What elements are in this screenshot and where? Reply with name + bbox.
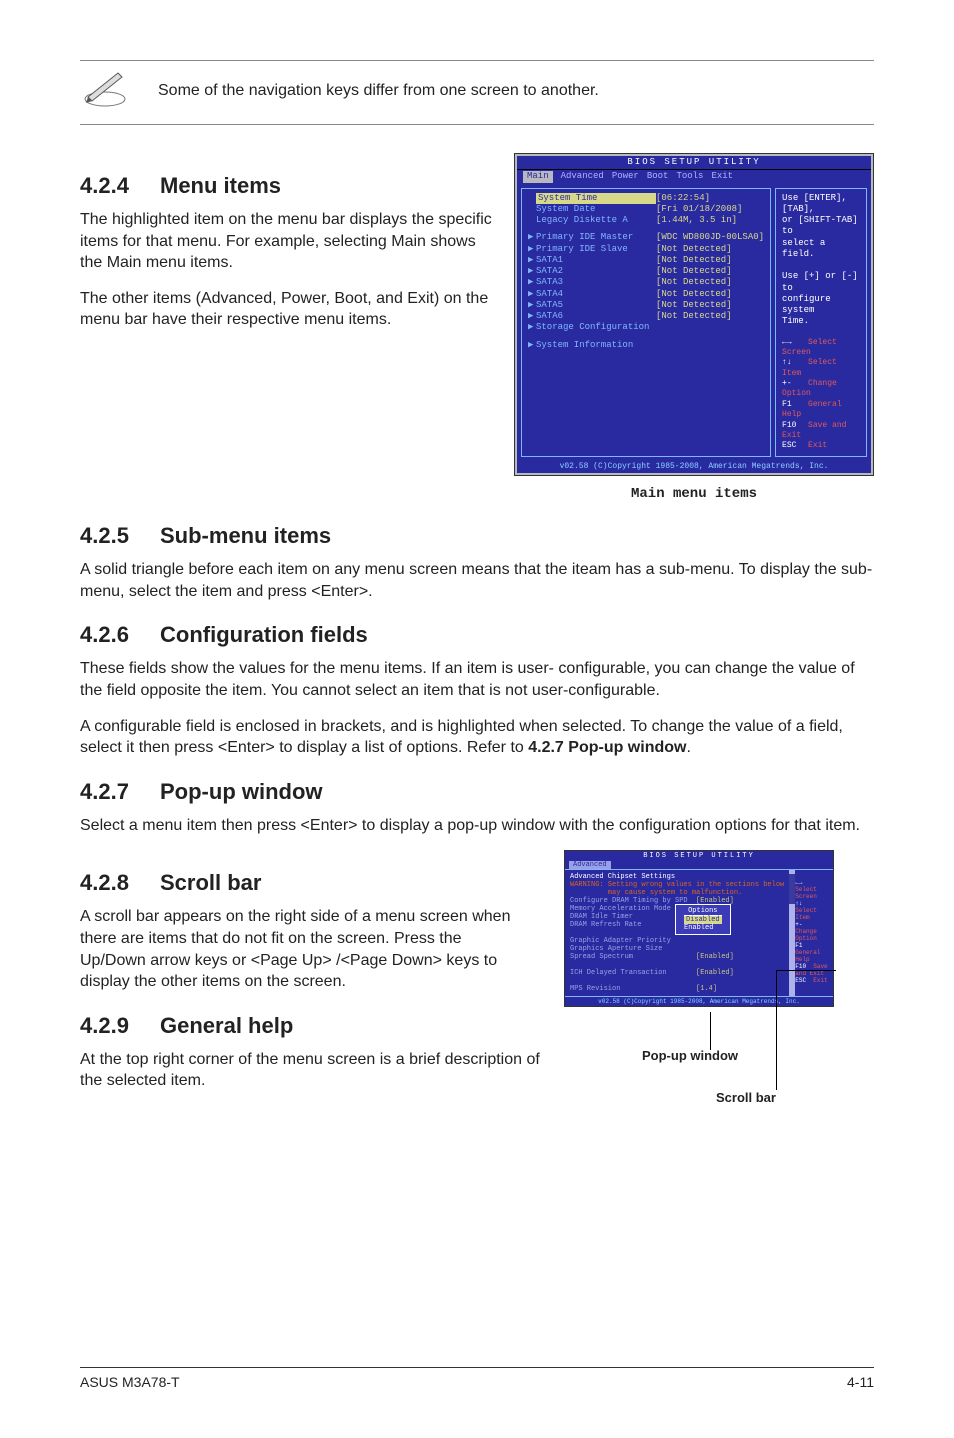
bios-row: ▶Primary IDE Slave[Not Detected]: [528, 244, 764, 255]
para-424a: The highlighted item on the menu bar dis…: [80, 209, 494, 274]
bios-screenshot-popup: BIOS SETUP UTILITY Advanced Advanced Chi…: [564, 850, 874, 1106]
bios-row: ▶SATA1[Not Detected]: [528, 255, 764, 266]
pencil-icon: [80, 67, 130, 114]
bios-title: BIOS SETUP UTILITY: [517, 156, 871, 170]
bios-popup-window: Options Disabled Enabled: [675, 904, 731, 935]
bios-row: Graphics Aperture Size: [570, 945, 784, 953]
para-426a: These fields show the values for the men…: [80, 658, 874, 701]
caption-scrollbar: Scroll bar: [716, 1090, 776, 1105]
para-425: A solid triangle before each item on any…: [80, 559, 874, 602]
footer-right: 4-11: [847, 1374, 874, 1390]
bios-row: MPS Revision [1.4]: [570, 985, 784, 993]
heading-4-2-9: 4.2.9General help: [80, 1013, 544, 1039]
note-text: Some of the navigation keys differ from …: [158, 82, 874, 100]
caption-main-menu: Main menu items: [514, 486, 874, 504]
footer-left: ASUS M3A78-T: [80, 1374, 180, 1390]
bios-row: ▶SATA6[Not Detected]: [528, 311, 764, 322]
heading-4-2-4: 4.2.4Menu items: [80, 173, 494, 199]
bios-row: Spread Spectrum [Enabled]: [570, 953, 784, 961]
para-428: A scroll bar appears on the right side o…: [80, 906, 544, 992]
bios-row: [570, 977, 784, 985]
bios-tabs: Main Advanced Power Boot Tools Exit: [517, 170, 871, 183]
bios-row: Legacy Diskette A[1.44M, 3.5 in]: [528, 215, 764, 226]
heading-4-2-7: 4.2.7Pop-up window: [80, 779, 874, 805]
bios-row: ▶SATA2[Not Detected]: [528, 266, 764, 277]
bios-scrollbar[interactable]: [789, 870, 795, 996]
bios-row: Graphic Adapter Priority: [570, 937, 784, 945]
heading-4-2-8: 4.2.8Scroll bar: [80, 870, 544, 896]
bios-screenshot-main: BIOS SETUP UTILITY Main Advanced Power B…: [514, 153, 874, 503]
bios-row: ▶SATA4[Not Detected]: [528, 289, 764, 300]
bios-row: ICH Delayed Transaction [Enabled]: [570, 969, 784, 977]
bios-row: [570, 961, 784, 969]
para-427: Select a menu item then press <Enter> to…: [80, 815, 874, 837]
bios-footer: v02.58 (C)Copyright 1985-2008, American …: [517, 461, 871, 473]
bios-row: System Time[06:22:54]: [528, 193, 764, 204]
bios-row: ▶System Information: [528, 340, 764, 351]
caption-popup: Pop-up window: [642, 1048, 738, 1063]
para-424b: The other items (Advanced, Power, Boot, …: [80, 288, 494, 331]
para-426b: A configurable field is enclosed in brac…: [80, 716, 874, 759]
bios-row: ▶Storage Configuration: [528, 322, 764, 333]
bios-row: ▶SATA5[Not Detected]: [528, 300, 764, 311]
bios-row: ▶SATA3[Not Detected]: [528, 277, 764, 288]
note-callout: Some of the navigation keys differ from …: [80, 60, 874, 125]
bios-row: ▶Primary IDE Master[WDC WD800JD-00LSA0]: [528, 232, 764, 243]
heading-4-2-6: 4.2.6Configuration fields: [80, 622, 874, 648]
heading-4-2-5: 4.2.5Sub-menu items: [80, 523, 874, 549]
bios-row: System Date[Fri 01/18/2008]: [528, 204, 764, 215]
page-footer: ASUS M3A78-T 4-11: [80, 1367, 874, 1390]
bios-help-panel: Use [ENTER], [TAB], or [SHIFT-TAB] to se…: [775, 188, 867, 457]
bios-left-panel: System Time[06:22:54] System Date[Fri 01…: [521, 188, 771, 457]
para-429: At the top right corner of the menu scre…: [80, 1049, 544, 1092]
